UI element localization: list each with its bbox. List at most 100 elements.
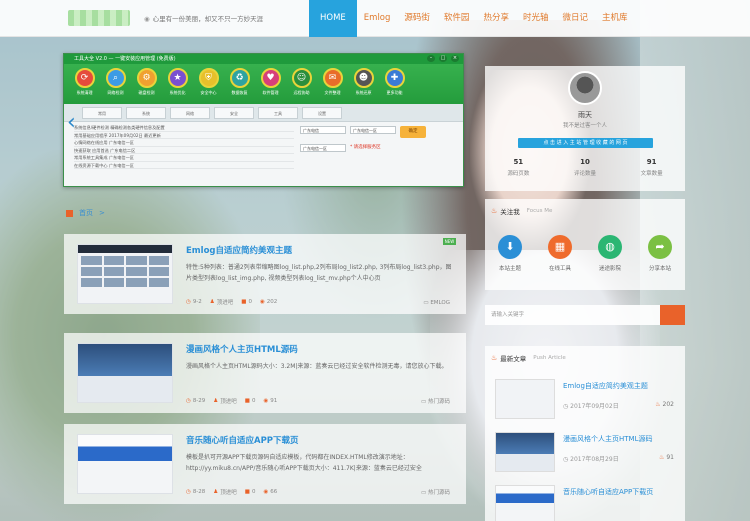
nav-emlog[interactable]: Emlog: [357, 0, 398, 37]
site-logo[interactable]: [68, 10, 130, 26]
search-box: 请输入关键字: [485, 305, 685, 325]
app-list-row[interactable]: 在线资源下载中心 广东电信一区: [74, 162, 294, 169]
post-comments[interactable]: 0: [252, 489, 256, 495]
tool-icon: ♥: [260, 68, 281, 88]
chat-icon: ◉: [144, 15, 150, 23]
tool-item[interactable]: ⌕ 网络检测: [101, 66, 130, 102]
nav-home[interactable]: HOME: [309, 0, 357, 37]
flame-icon: ♨: [491, 207, 498, 215]
post-thumbnail[interactable]: [77, 343, 173, 403]
post-excerpt: 模板是扒可开源APP下载页源码自适应模板，代码都在INDEX.HTML修改演示地…: [186, 454, 422, 472]
app-form: 广东电信 广东电信一区 确定 广东电信一区 * 请选择服务区: [300, 126, 450, 158]
tool-item[interactable]: ✉ 文件整理: [318, 66, 347, 102]
app-window-screenshot: 工具大全 V2.0 — 一键安装应用管理 (免费版) – □ × ⟳ 系统清理 ⌕…: [63, 53, 464, 187]
avatar[interactable]: [568, 71, 602, 105]
enter-site-button[interactable]: 点 击 进 入 主 站 管 理 收 藏 的 网 页: [518, 138, 653, 148]
latest-item[interactable]: 漫画风格个人主页HTML源码 ◷ 2017年08月29日 ♨ 91: [495, 432, 680, 476]
post-category[interactable]: ▭ EMLOG: [423, 300, 450, 306]
app-tab[interactable]: 设置: [302, 107, 342, 119]
app-list-row[interactable]: 常用基础应用程序 2017年09月02日 最近更新: [74, 132, 294, 139]
tool-item[interactable]: ♥ 软件管理: [256, 66, 285, 102]
tool-item[interactable]: ✚ 更多功能: [380, 66, 409, 102]
nav-timeline[interactable]: 时光轴: [516, 0, 556, 37]
close-icon[interactable]: ×: [451, 55, 459, 62]
search-input[interactable]: 请输入关键字: [491, 310, 641, 320]
tool-icon: ⌕: [105, 68, 126, 88]
search-button[interactable]: [660, 305, 685, 325]
tool-item[interactable]: ☺ 远程协助: [287, 66, 316, 102]
minimize-icon[interactable]: –: [427, 55, 435, 62]
follow-theme[interactable]: ⬇ 本站主题: [486, 235, 534, 272]
fire-icon: ♨: [655, 401, 661, 408]
post-views: 202: [266, 299, 278, 305]
breadcrumb: 首页 >: [66, 208, 105, 218]
nav-source[interactable]: 源码街: [397, 0, 437, 37]
tool-item[interactable]: ⟳ 系统清理: [70, 66, 99, 102]
server-select[interactable]: 广东电信: [300, 126, 346, 134]
comment-icon: ■: [244, 489, 250, 495]
tool-item[interactable]: ♻ 数据恢复: [225, 66, 254, 102]
app-list-row[interactable]: 心情网络在线应用 广东电信一区: [74, 139, 294, 147]
post-author[interactable]: 顶进吧: [220, 488, 237, 496]
app-tab[interactable]: 网络: [170, 107, 210, 119]
nav-diary[interactable]: 微日记: [555, 0, 595, 37]
nav-hosting[interactable]: 主机库: [595, 0, 635, 37]
app-list-row[interactable]: 系统信息/硬件检测 精确检测各类硬件信息及配置: [74, 124, 294, 132]
confirm-button[interactable]: 确定: [400, 126, 426, 138]
post-author[interactable]: 顶进吧: [220, 397, 237, 405]
latest-title[interactable]: 音乐随心听自适应APP下载页: [563, 487, 653, 497]
post-card: 漫画风格个人主页HTML源码 漫画风格个人主页HTML源码大小：3.2M|来源：…: [64, 333, 466, 413]
breadcrumb-sep: >: [99, 209, 105, 217]
follow-cinema[interactable]: ◍ 迷途影院: [586, 235, 634, 272]
latest-views: ♨ 202: [655, 401, 674, 408]
profile-card: 雨天 我不是过客一个人 点 击 进 入 主 站 管 理 收 藏 的 网 页 51…: [485, 66, 685, 191]
server-select[interactable]: 广东电信一区: [300, 144, 346, 152]
post-category[interactable]: ▭ 热门源码: [421, 488, 450, 496]
form-note: * 请选择服务区: [350, 145, 381, 150]
tool-item[interactable]: ★ 系统优化: [163, 66, 192, 102]
app-tab[interactable]: 安全: [214, 107, 254, 119]
post-title[interactable]: 音乐随心听自适应APP下载页: [186, 434, 299, 446]
site-tagline: ◉ 心里有一份美丽，却又不只一方妙天涯: [144, 15, 264, 23]
app-tab[interactable]: 系统: [126, 107, 166, 119]
tool-icon: ♻: [229, 68, 250, 88]
latest-date: ◷ 2017年08月29日: [563, 456, 619, 463]
latest-thumbnail: [495, 379, 555, 419]
nav-software[interactable]: 软件园: [437, 0, 477, 37]
post-title[interactable]: Emlog自适应简约美观主题: [186, 244, 292, 256]
maximize-icon[interactable]: □: [439, 55, 447, 62]
latest-title[interactable]: Emlog自适应简约美观主题: [563, 381, 648, 391]
tool-item[interactable]: ⚙ 磁盘检测: [132, 66, 161, 102]
post-author[interactable]: 顶进吧: [217, 298, 234, 306]
follow-card: ♨ 关注我 Focus Me ⬇ 本站主题 ▦ 在线工具 ◍ 迷途影院 ➦ 分享本站: [485, 199, 685, 290]
app-tab[interactable]: 常用: [82, 107, 122, 119]
app-list-row[interactable]: 快速获取 应用首选 广东电信二区: [74, 147, 294, 154]
app-titlebar: 工具大全 V2.0 — 一键安装应用管理 (免费版) – □ ×: [64, 54, 463, 64]
follow-tools[interactable]: ▦ 在线工具: [536, 235, 584, 272]
post-title[interactable]: 漫画风格个人主页HTML源码: [186, 343, 298, 355]
app-tab[interactable]: 工具: [258, 107, 298, 119]
server-select[interactable]: 广东电信一区: [350, 126, 396, 134]
tool-icon: ☻: [353, 68, 374, 88]
nav-share[interactable]: 热分享: [476, 0, 516, 37]
post-thumbnail[interactable]: [77, 434, 173, 494]
breadcrumb-home[interactable]: 首页: [79, 208, 93, 218]
post-comments[interactable]: 0: [252, 398, 256, 404]
tool-item[interactable]: ⛨ 安全中心: [194, 66, 223, 102]
follow-share[interactable]: ➦ 分享本站: [636, 235, 684, 272]
post-excerpt: 漫画风格个人主页HTML源码大小：3.2M|来源：蓝奏云已经过安全软件检测无毒，…: [186, 363, 448, 370]
latest-title[interactable]: 漫画风格个人主页HTML源码: [563, 434, 652, 444]
post-thumbnail[interactable]: [77, 244, 173, 304]
latest-item[interactable]: 音乐随心听自适应APP下载页: [495, 485, 680, 521]
comment-icon: ■: [241, 299, 247, 305]
flame-icon: ♨: [491, 354, 498, 362]
post-category[interactable]: ▭ 热门源码: [421, 397, 450, 405]
post-comments[interactable]: 0: [248, 299, 252, 305]
app-list-row[interactable]: 常用系统工具集成 广东电信一区: [74, 154, 294, 162]
tool-icon: ✚: [384, 68, 405, 88]
eye-icon: ◉: [259, 299, 265, 305]
post-views: 91: [270, 398, 278, 404]
tool-item[interactable]: ☻ 系统还原: [349, 66, 378, 102]
latest-item[interactable]: Emlog自适应简约美观主题 ◷ 2017年09月02日 ♨ 202: [495, 379, 680, 423]
folder-icon: ▭: [421, 399, 428, 405]
